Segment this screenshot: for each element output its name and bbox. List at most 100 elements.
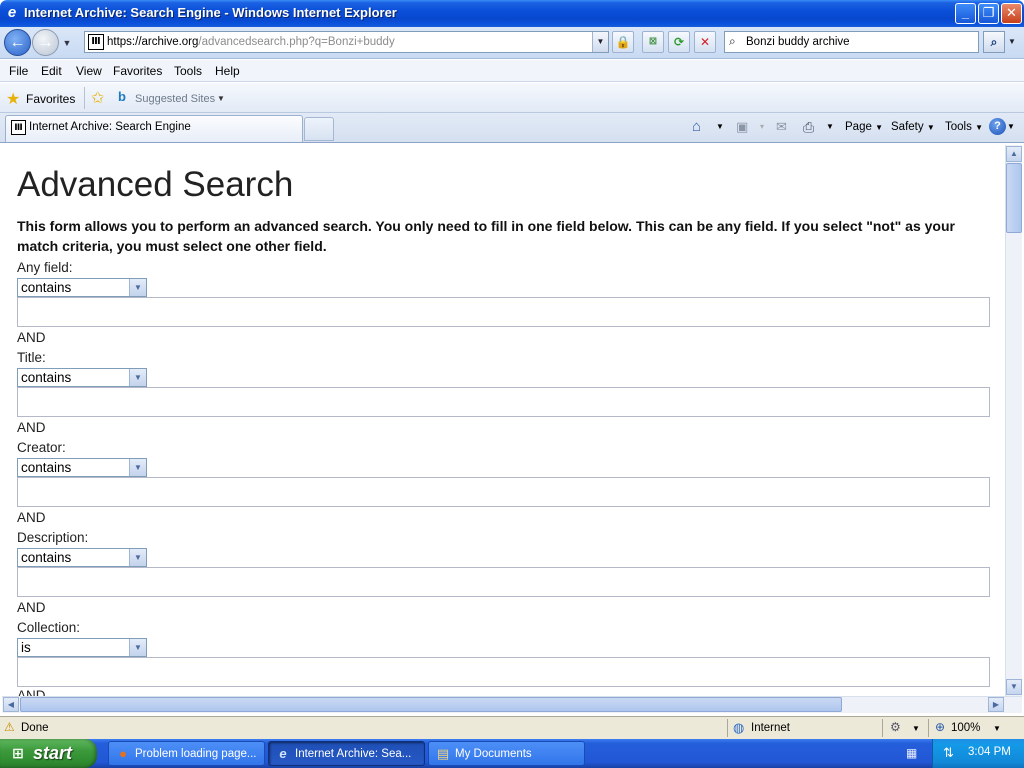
creator-input[interactable] — [17, 477, 990, 507]
scroll-left-icon[interactable]: ◀ — [3, 697, 19, 712]
search-icon[interactable]: ⌕ — [983, 31, 1005, 53]
page-menu[interactable]: Page ▼ — [845, 117, 883, 137]
vertical-scroll-thumb[interactable] — [1006, 163, 1022, 233]
ie-logo-icon: e — [279, 746, 287, 761]
scroll-down-icon[interactable]: ▼ — [1006, 679, 1022, 695]
any-field-match-select[interactable]: contains ▼ — [17, 278, 147, 297]
scroll-up-icon[interactable]: ▲ — [1006, 146, 1022, 162]
address-dropdown-icon[interactable]: ▼ — [592, 32, 608, 52]
tools-menu[interactable]: Tools ▼ — [945, 117, 983, 137]
chevron-down-icon[interactable]: ▼ — [129, 639, 146, 656]
feeds-icon[interactable]: ▣ — [736, 117, 748, 137]
chevron-down-icon[interactable]: ▼ — [217, 94, 225, 103]
home-icon[interactable]: ⌂ — [692, 117, 701, 137]
and-label: AND — [17, 600, 46, 615]
back-button[interactable]: ← — [4, 29, 31, 56]
menu-edit[interactable]: Edit — [41, 64, 62, 78]
menu-help[interactable]: Help — [215, 64, 240, 78]
start-label[interactable]: start — [33, 743, 72, 764]
zoom-icon[interactable]: ⊕ — [935, 720, 945, 734]
folder-icon: ▤ — [436, 746, 450, 761]
scroll-right-icon[interactable]: ▶ — [988, 697, 1004, 712]
refresh-icon[interactable]: ⟳ — [668, 31, 690, 53]
network-icon[interactable]: ⇅ — [943, 745, 954, 761]
search-query[interactable]: Bonzi buddy archive — [746, 36, 850, 48]
menu-file[interactable]: File — [9, 64, 28, 78]
chevron-down-icon[interactable]: ▼ — [129, 279, 146, 296]
chevron-down-icon[interactable]: ▼ — [129, 459, 146, 476]
close-button[interactable]: ✕ — [1001, 3, 1022, 24]
clock[interactable]: 3:04 PM — [968, 746, 1011, 758]
feeds-dropdown-icon[interactable]: ▾ — [760, 117, 764, 137]
task-internet-explorer[interactable]: Internet Archive: Sea... — [268, 741, 425, 766]
chevron-down-icon[interactable]: ▼ — [129, 369, 146, 386]
task-label: My Documents — [455, 748, 532, 760]
horizontal-scroll-thumb[interactable] — [20, 697, 842, 712]
keyboard-icon[interactable]: ▦ — [906, 746, 917, 760]
zoom-dropdown-icon[interactable]: ▼ — [993, 724, 1001, 733]
favorites-button[interactable]: Favorites — [26, 92, 75, 106]
any-field-match-value: contains — [21, 280, 72, 295]
protected-mode-icon[interactable]: ⚙ — [890, 720, 901, 734]
print-icon[interactable]: ⎙ — [803, 117, 814, 137]
chevron-down-icon[interactable]: ▼ — [912, 724, 920, 733]
chevron-down-icon: ▼ — [926, 123, 935, 132]
description-input[interactable] — [17, 567, 990, 597]
url-host: https://archive.org — [107, 36, 199, 48]
status-bar — [0, 716, 1024, 739]
tab-label[interactable]: Internet Archive: Search Engine — [29, 121, 191, 133]
security-zone[interactable]: Internet — [751, 722, 790, 734]
firefox-icon: ● — [119, 746, 127, 761]
menu-tools[interactable]: Tools — [174, 64, 202, 78]
favorites-star-icon[interactable]: ★ — [6, 89, 20, 109]
zoom-level[interactable]: 100% — [951, 722, 980, 734]
and-label-clipped: AND — [17, 689, 46, 696]
home-dropdown-icon[interactable]: ▼ — [716, 117, 724, 137]
menu-view[interactable]: View — [76, 64, 102, 78]
maximize-button[interactable]: ❐ — [978, 3, 999, 24]
description-match-select[interactable]: contains ▼ — [17, 548, 147, 567]
collection-match-select[interactable]: is ▼ — [17, 638, 147, 657]
creator-match-value: contains — [21, 460, 72, 475]
minimize-button[interactable]: _ — [955, 3, 976, 24]
recent-pages-dropdown[interactable]: ▼ — [62, 38, 72, 48]
page-title: Advanced Search — [17, 165, 294, 204]
page-menu-label: Page — [845, 121, 872, 133]
description-match-value: contains — [21, 550, 72, 565]
creator-match-select[interactable]: contains ▼ — [17, 458, 147, 477]
add-to-favorites-bar-icon[interactable]: ✩ — [91, 88, 104, 108]
bing-icon: b — [118, 89, 126, 104]
window-title: Internet Archive: Search Engine - Window… — [24, 5, 397, 20]
help-icon[interactable]: ? — [989, 118, 1006, 135]
archive-favicon-icon: Ⅲ — [11, 120, 26, 135]
read-mail-icon[interactable]: ✉ — [776, 117, 787, 137]
tools-menu-label: Tools — [945, 121, 972, 133]
any-field-label: Any field: — [17, 260, 73, 275]
new-tab-button[interactable] — [304, 117, 334, 141]
collection-input[interactable] — [17, 657, 990, 687]
safety-menu[interactable]: Safety ▼ — [891, 117, 935, 137]
favorites-separator — [84, 87, 85, 109]
windows-logo-icon: ⊞ — [12, 745, 24, 761]
stop-icon[interactable]: ✕ — [694, 31, 716, 53]
menu-favorites[interactable]: Favorites — [113, 64, 162, 78]
help-dropdown-icon[interactable]: ▼ — [1007, 117, 1015, 137]
title-input[interactable] — [17, 387, 990, 417]
safety-menu-label: Safety — [891, 121, 924, 133]
chevron-down-icon[interactable]: ▼ — [129, 549, 146, 566]
chevron-down-icon: ▼ — [875, 123, 883, 132]
url-path: /advancedsearch.php?q=Bonzi+buddy — [198, 36, 395, 48]
status-divider — [928, 719, 929, 737]
search-options-dropdown-icon[interactable]: ▼ — [1006, 31, 1018, 53]
suggested-sites-button[interactable]: Suggested Sites — [135, 93, 215, 105]
task-firefox[interactable]: Problem loading page... — [108, 741, 265, 766]
forward-button[interactable]: → — [32, 29, 59, 56]
security-lock-icon[interactable]: 🔒 — [612, 31, 634, 53]
task-my-documents[interactable]: My Documents — [428, 741, 585, 766]
and-label: AND — [17, 330, 46, 345]
print-dropdown-icon[interactable]: ▼ — [826, 117, 834, 137]
compatibility-view-icon[interactable]: ⊠ — [642, 31, 664, 53]
any-field-input[interactable] — [17, 297, 990, 327]
address-url[interactable]: https://archive.org/advancedsearch.php?q… — [107, 36, 395, 48]
title-match-select[interactable]: contains ▼ — [17, 368, 147, 387]
